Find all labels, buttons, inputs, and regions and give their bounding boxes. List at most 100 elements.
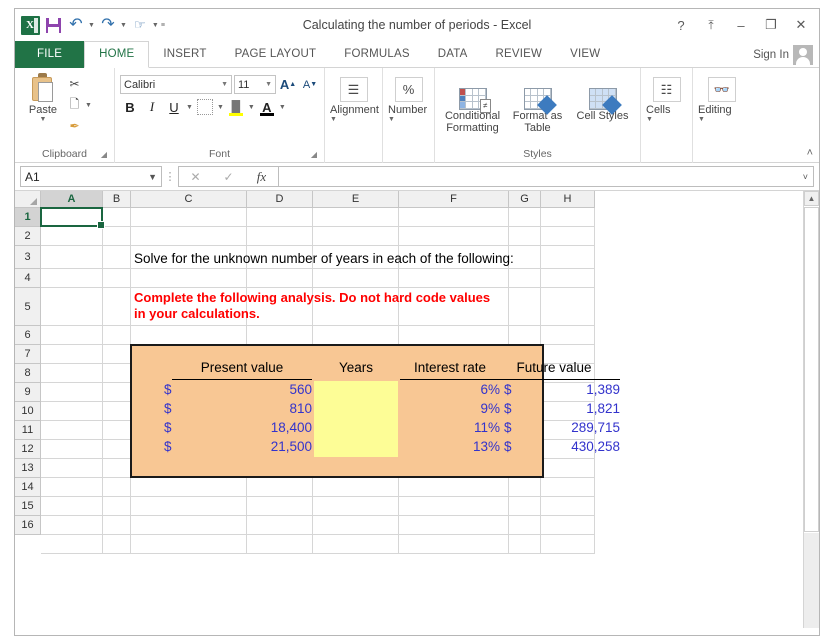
font-size-input[interactable]: 11 ▼	[234, 75, 276, 94]
row-header-1[interactable]: 1	[15, 208, 41, 227]
ribbon-group-cells[interactable]: ☷ Cells ▼	[641, 68, 693, 163]
conditional-formatting-button[interactable]: ≠ Conditional Formatting	[442, 74, 504, 134]
row-header-13[interactable]: 13	[15, 459, 41, 478]
cell-area[interactable]: Solve for the unknown number of years in…	[40, 207, 620, 554]
enter-formula-icon[interactable]: ✓	[212, 167, 245, 186]
row-header-15[interactable]: 15	[15, 497, 41, 516]
tab-formulas[interactable]: FORMULAS	[330, 41, 424, 68]
row-4-future-value[interactable]: 430,258	[512, 439, 620, 454]
restore-icon[interactable]: ❐	[757, 12, 785, 38]
row-header-5[interactable]: 5	[15, 288, 41, 326]
font-name-dropdown-icon[interactable]: ▼	[221, 81, 228, 88]
column-header-a[interactable]: A	[41, 191, 103, 208]
cut-button[interactable]: ✂	[66, 74, 92, 94]
row-3-present-value[interactable]: 18,400	[172, 420, 312, 435]
fill-color-dropdown-icon[interactable]: ▼	[248, 104, 255, 111]
column-header-g[interactable]: G	[509, 191, 541, 208]
grow-font-icon[interactable]: A ▲	[278, 75, 298, 94]
clipboard-dialog-launcher[interactable]: ◢	[101, 148, 107, 162]
close-icon[interactable]: ✕	[787, 12, 815, 38]
format-painter-button[interactable]: ✒	[66, 116, 92, 136]
insert-function-icon[interactable]: fx	[245, 167, 278, 186]
vertical-scrollbar[interactable]: ▲	[803, 191, 819, 628]
shrink-font-icon[interactable]: A ▼	[300, 75, 320, 94]
underline-button[interactable]: U	[164, 97, 184, 117]
row-header-14[interactable]: 14	[15, 478, 41, 497]
row-header-9[interactable]: 9	[15, 383, 41, 402]
borders-icon[interactable]	[195, 97, 215, 117]
tab-insert[interactable]: INSERT	[149, 41, 220, 68]
help-icon[interactable]: ?	[667, 12, 695, 38]
cell-c5-warning[interactable]: Complete the following analysis. Do not …	[134, 290, 594, 324]
cell-styles-button[interactable]: Cell Styles	[572, 74, 634, 122]
row-1-interest-rate[interactable]: 6%	[400, 382, 500, 397]
row-1-present-value[interactable]: 560	[172, 382, 312, 397]
avatar[interactable]	[793, 44, 813, 65]
formula-input[interactable]: ˅	[278, 166, 814, 187]
ribbon-display-options-icon[interactable]: ⤒	[697, 12, 725, 38]
row-header-8[interactable]: 8	[15, 364, 41, 383]
fill-color-icon[interactable]: █	[226, 97, 246, 117]
row-header-12[interactable]: 12	[15, 440, 41, 459]
expand-formula-bar-icon[interactable]: ˅	[803, 172, 808, 182]
years-input-cells[interactable]	[314, 381, 398, 457]
row-4-interest-rate[interactable]: 13%	[400, 439, 500, 454]
number-dropdown-icon[interactable]: ▼	[388, 116, 395, 123]
select-all-corner[interactable]	[15, 191, 41, 208]
tab-view[interactable]: VIEW	[556, 41, 614, 68]
scrollbar-thumb[interactable]	[804, 207, 819, 532]
font-name-input[interactable]: Calibri ▼	[120, 75, 232, 94]
scroll-up-icon[interactable]: ▲	[804, 191, 819, 206]
row-2-interest-rate[interactable]: 9%	[400, 401, 500, 416]
copy-dropdown-icon[interactable]: ▼	[85, 102, 92, 109]
name-box-dropdown-icon[interactable]: ▼	[148, 172, 157, 182]
tab-home[interactable]: HOME	[84, 41, 150, 68]
row-1-future-value[interactable]: 1,389	[512, 382, 620, 397]
paste-button[interactable]: Paste ▼	[20, 71, 66, 123]
tab-file[interactable]: FILE	[15, 41, 85, 68]
column-header-d[interactable]: D	[247, 191, 313, 208]
ribbon-group-editing[interactable]: 👓 Editing ▼	[693, 68, 751, 163]
font-color-dropdown-icon[interactable]: ▼	[279, 104, 286, 111]
minimize-icon[interactable]: –	[727, 12, 755, 38]
row-header-10[interactable]: 10	[15, 402, 41, 421]
row-2-present-value[interactable]: 810	[172, 401, 312, 416]
italic-button[interactable]: I	[142, 97, 162, 117]
tab-review[interactable]: REVIEW	[482, 41, 557, 68]
name-box[interactable]: A1 ▼	[20, 166, 162, 187]
cells-dropdown-icon[interactable]: ▼	[646, 116, 653, 123]
cell-c3-instruction[interactable]: Solve for the unknown number of years in…	[134, 249, 594, 268]
tab-page-layout[interactable]: PAGE LAYOUT	[221, 41, 331, 68]
collapse-ribbon-icon[interactable]: ˄	[807, 147, 813, 159]
alignment-dropdown-icon[interactable]: ▼	[330, 116, 337, 123]
underline-dropdown-icon[interactable]: ▼	[186, 104, 193, 111]
row-header-16[interactable]: 16	[15, 516, 41, 535]
editing-dropdown-icon[interactable]: ▼	[698, 116, 705, 123]
row-header-11[interactable]: 11	[15, 421, 41, 440]
sign-in-label[interactable]: Sign In	[753, 49, 789, 61]
paste-dropdown-icon[interactable]: ▼	[40, 116, 47, 123]
column-header-c[interactable]: C	[131, 191, 247, 208]
font-dialog-launcher[interactable]: ◢	[311, 148, 317, 162]
row-header-2[interactable]: 2	[15, 227, 41, 246]
column-header-h[interactable]: H	[541, 191, 595, 208]
analysis-table[interactable]: Present value Years Interest rate Future…	[130, 344, 620, 478]
row-header-7[interactable]: 7	[15, 345, 41, 364]
row-header-4[interactable]: 4	[15, 269, 41, 288]
ribbon-group-alignment[interactable]: ☰ Alignment ▼	[325, 68, 383, 163]
row-header-6[interactable]: 6	[15, 326, 41, 345]
row-header-3[interactable]: 3	[15, 246, 41, 269]
sign-in-area[interactable]: Sign In	[753, 41, 813, 68]
font-color-icon[interactable]: A	[257, 97, 277, 117]
format-as-table-button[interactable]: Format as Table	[507, 74, 569, 134]
row-3-future-value[interactable]: 289,715	[512, 420, 620, 435]
scrollbar-track[interactable]	[804, 533, 819, 628]
copy-button[interactable]: 🗋 ▼	[66, 95, 92, 115]
bold-button[interactable]: B	[120, 97, 140, 117]
font-size-dropdown-icon[interactable]: ▼	[265, 81, 272, 88]
row-4-present-value[interactable]: 21,500	[172, 439, 312, 454]
cancel-formula-icon[interactable]: ✕	[179, 167, 212, 186]
row-3-interest-rate[interactable]: 11%	[400, 420, 500, 435]
column-header-f[interactable]: F	[399, 191, 509, 208]
tab-data[interactable]: DATA	[424, 41, 482, 68]
